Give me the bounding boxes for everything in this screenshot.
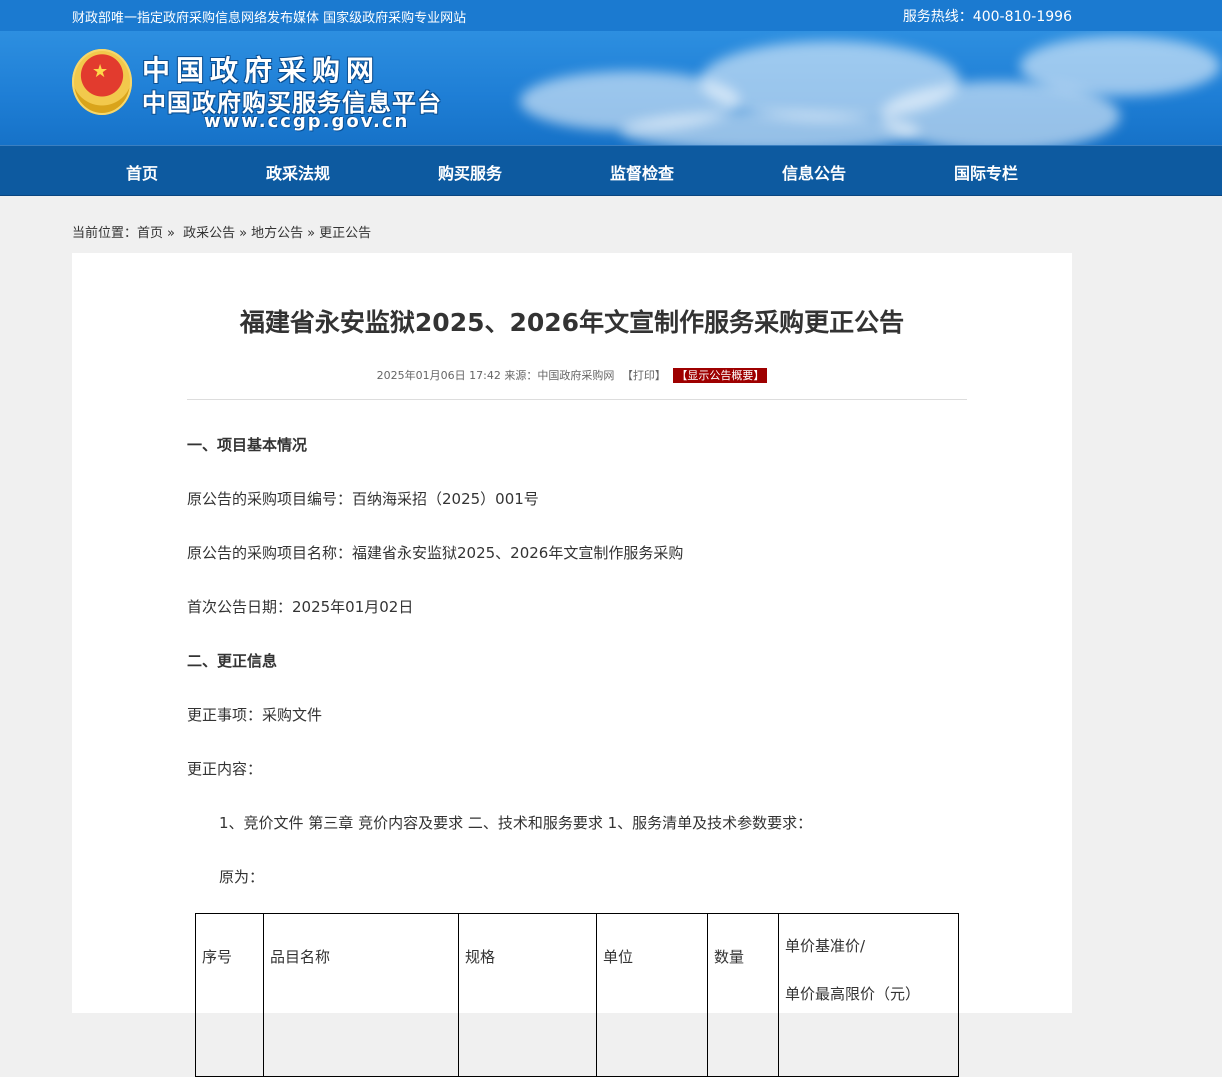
article-card: 福建省永安监狱2025、2026年文宣制作服务采购更正公告 2025年01月06… xyxy=(72,253,1072,1077)
article-title: 福建省永安监狱2025、2026年文宣制作服务采购更正公告 xyxy=(239,308,905,337)
logo-url[interactable]: www.ccgp.gov.cn xyxy=(204,111,409,132)
divider xyxy=(187,399,967,400)
site-banner: ★ 中国政府采购网 中国政府购买服务信息平台 www.ccgp.gov.cn xyxy=(0,31,1222,145)
price-header-line: 单价最高限价（元） xyxy=(785,985,921,1003)
breadcrumb: 当前位置：首页» 政采公告» 地方公告» 更正公告 xyxy=(72,222,371,241)
paragraph: 原为： xyxy=(219,868,265,886)
section-heading: 一、项目基本情况 xyxy=(187,436,308,454)
site-slogan: 财政部唯一指定政府采购信息网络发布媒体 国家级政府采购专业网站 xyxy=(72,11,467,26)
nav-item-regulations[interactable]: 政采法规 xyxy=(266,160,330,184)
table-header-row: 序号 品目名称 规格 单位 数量 单价基准价/ 单价最高限价（元） xyxy=(195,913,959,1077)
breadcrumb-separator: » xyxy=(239,226,248,241)
national-emblem-icon[interactable]: ★ xyxy=(72,49,132,115)
table-header-cell: 数量 xyxy=(707,913,779,1077)
nav-item-home[interactable]: 首页 xyxy=(126,160,158,184)
show-summary-button[interactable]: 【显示公告概要】 xyxy=(673,368,768,383)
table-header-cell: 规格 xyxy=(458,913,597,1077)
article-meta: 2025年01月06日 17:42 来源：中国政府采购网 【打印】 【显示公告概… xyxy=(72,367,1072,383)
paragraph: 1、竞价文件 第三章 竞价内容及要求 二、技术和服务要求 1、服务清单及技术参数… xyxy=(219,814,813,832)
nav-item-purchase-services[interactable]: 购买服务 xyxy=(438,160,502,184)
table-header-cell: 序号 xyxy=(195,913,264,1077)
paragraph: 首次公告日期：2025年01月02日 xyxy=(187,598,414,616)
article-date-source: 2025年01月06日 17:42 来源：中国政府采购网 xyxy=(376,369,615,382)
breadcrumb-separator: » xyxy=(167,226,175,241)
nav-item-international[interactable]: 国际专栏 xyxy=(954,160,1018,184)
paragraph: 更正内容： xyxy=(187,760,263,778)
breadcrumb-separator: » xyxy=(307,226,316,241)
nav-item-announcements[interactable]: 信息公告 xyxy=(782,160,846,184)
section-heading: 二、更正信息 xyxy=(187,652,278,670)
nav-item-supervision[interactable]: 监督检查 xyxy=(610,160,674,184)
service-spec-table: 序号 品目名称 规格 单位 数量 单价基准价/ 单价最高限价（元） xyxy=(195,913,959,1077)
breadcrumb-correction[interactable]: 更正公告 xyxy=(319,226,371,241)
main-nav: 首页 政采法规 购买服务 监督检查 信息公告 国际专栏 xyxy=(0,145,1222,196)
paragraph: 更正事项：采购文件 xyxy=(187,706,323,724)
breadcrumb-label: 当前位置： xyxy=(72,226,138,241)
table-header-cell: 单位 xyxy=(596,913,708,1077)
print-link[interactable]: 【打印】 xyxy=(622,369,666,382)
breadcrumb-announcements[interactable]: 政采公告 xyxy=(183,226,235,241)
service-hotline: 服务热线：400-810-1996 xyxy=(902,9,1072,25)
top-bar: 财政部唯一指定政府采购信息网络发布媒体 国家级政府采购专业网站 服务热线：400… xyxy=(0,0,1222,31)
price-header-line: 单价基准价/ xyxy=(785,937,866,955)
paragraph: 原公告的采购项目名称：福建省永安监狱2025、2026年文宣制作服务采购 xyxy=(187,544,684,562)
table-header-cell: 品目名称 xyxy=(263,913,459,1077)
paragraph: 原公告的采购项目编号：百纳海采招（2025）001号 xyxy=(187,490,539,508)
breadcrumb-local[interactable]: 地方公告 xyxy=(251,226,303,241)
breadcrumb-home[interactable]: 首页 xyxy=(137,226,163,241)
table-header-cell: 单价基准价/ 单价最高限价（元） xyxy=(778,913,959,1077)
